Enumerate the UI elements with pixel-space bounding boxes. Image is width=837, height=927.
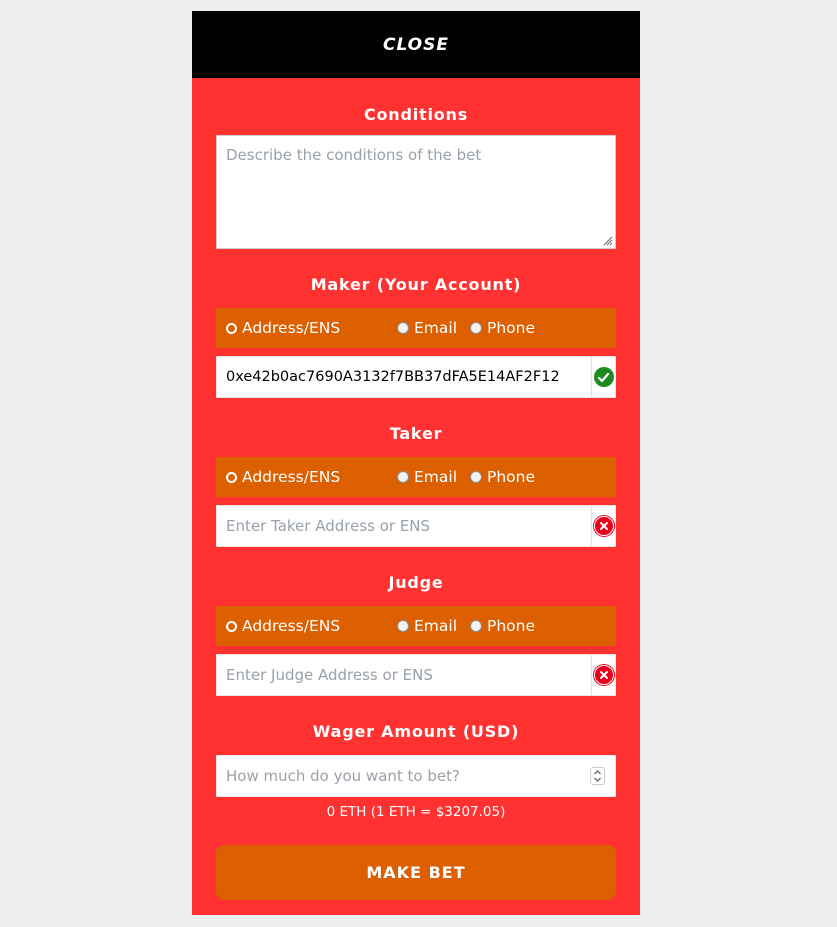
error-x-icon [593,665,614,685]
option-label: Email [414,468,458,486]
option-label: Phone [487,468,536,486]
radio-unselected-icon[interactable] [397,322,409,334]
option-label: Address/ENS [242,617,341,635]
radio-unselected-icon[interactable] [470,471,482,483]
option-label: Phone [487,617,536,635]
bet-form-panel: CLOSE Conditions Maker (Your Account) Ad… [192,11,640,915]
conditions-input[interactable] [217,136,615,248]
check-icon [593,367,614,387]
stepper-arrows-icon[interactable] [593,769,602,783]
maker-address-input[interactable] [217,357,591,397]
radio-unselected-icon[interactable] [397,620,409,632]
taker-address-input[interactable] [217,506,591,546]
option-label: Address/ENS [242,319,341,337]
judge-option-phone[interactable]: Phone [470,617,535,635]
radio-selected-icon[interactable] [226,322,237,334]
conditions-box [216,135,616,249]
taker-input-row [216,505,616,547]
maker-option-address[interactable]: Address/ENS [226,319,397,337]
radio-unselected-icon[interactable] [470,322,482,334]
maker-status [591,357,615,397]
maker-title: Maker (Your Account) [310,275,522,294]
maker-input-row [216,356,616,398]
wager-title: Wager Amount (USD) [312,722,520,741]
judge-address-input[interactable] [217,655,591,695]
maker-option-email[interactable]: Email [397,319,470,337]
taker-status [591,506,615,546]
judge-type-selector: Address/ENS Email Phone [216,606,616,646]
form-content: Conditions Maker (Your Account) Address/… [192,78,640,900]
radio-unselected-icon[interactable] [470,620,482,632]
number-stepper[interactable] [590,767,605,785]
taker-option-phone[interactable]: Phone [470,468,535,486]
option-label: Address/ENS [242,468,341,486]
judge-option-address[interactable]: Address/ENS [226,617,397,635]
eth-conversion: 0 ETH (1 ETH = $3207.05) [326,804,506,820]
resize-grip-icon[interactable] [603,236,613,246]
radio-unselected-icon[interactable] [397,471,409,483]
judge-status [591,655,615,695]
radio-selected-icon[interactable] [226,620,237,632]
judge-input-row [216,654,616,696]
maker-option-phone[interactable]: Phone [470,319,535,337]
judge-title: Judge [388,573,444,592]
taker-type-selector: Address/ENS Email Phone [216,457,616,497]
taker-option-address[interactable]: Address/ENS [226,468,397,486]
conditions-title: Conditions [363,105,469,124]
radio-selected-icon[interactable] [226,471,237,483]
option-label: Email [414,617,458,635]
maker-type-selector: Address/ENS Email Phone [216,308,616,348]
error-x-icon [593,516,614,536]
judge-option-email[interactable]: Email [397,617,470,635]
option-label: Email [414,319,458,337]
make-bet-button[interactable]: MAKE BET [216,845,616,900]
taker-option-email[interactable]: Email [397,468,470,486]
wager-amount-input[interactable] [217,756,590,796]
wager-input-row [216,755,616,797]
taker-title: Taker [389,424,443,443]
close-button[interactable]: CLOSE [192,11,640,78]
close-label: CLOSE [382,34,449,55]
option-label: Phone [487,319,536,337]
